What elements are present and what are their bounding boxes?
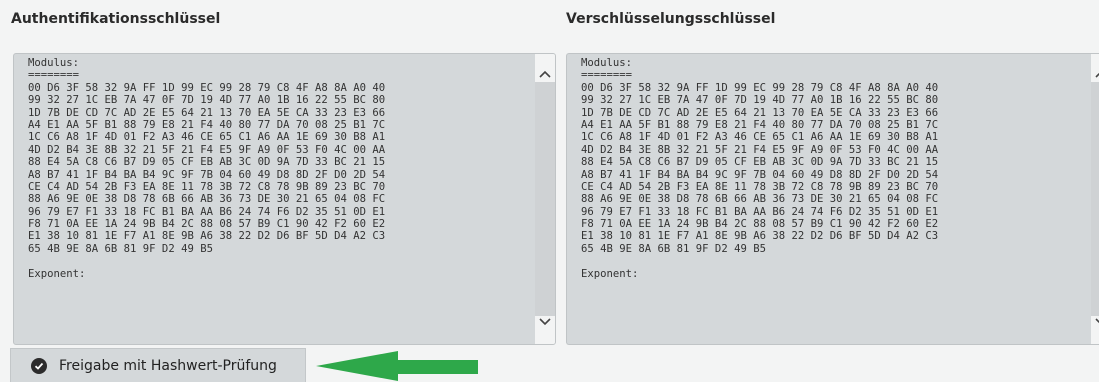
key-text-line: Exponent: [581, 267, 639, 280]
release-with-hash-check-button[interactable]: Freigabe mit Hashwert-Prüfung [10, 348, 306, 382]
key-text-line: 99 32 27 1C EB 7A 47 0F 7D 19 4D 77 A0 1… [28, 94, 386, 107]
auth-key-scrollbar[interactable] [535, 54, 555, 344]
auth-key-text: Modulus: ======== 00 D6 3F 58 32 9A FF 1D … [28, 57, 515, 344]
encryption-key-scroll-thumb[interactable] [1091, 82, 1099, 316]
auth-key-scroll-thumb[interactable] [535, 82, 555, 316]
key-text-line: Exponent: [28, 267, 86, 280]
auth-key-title: Authentifikationsschlüssel [11, 11, 221, 27]
key-text-line: 99 32 27 1C EB 7A 47 0F 7D 19 4D 77 A0 1… [581, 94, 939, 107]
key-text-line [28, 255, 515, 267]
key-text-line: A8 B7 41 1F B4 BA B4 9C 9F 7B 04 60 49 D… [581, 168, 939, 181]
key-text-line: E1 38 10 81 1E F7 A1 8E 9B A6 38 22 D2 D… [581, 230, 939, 243]
key-text-line [581, 255, 1059, 267]
green-arrow-icon [316, 351, 478, 381]
encryption-key-title: Verschlüsselungsschlüssel [566, 11, 776, 27]
key-text-line: 65 4B 9E 8A 6B 81 9F D2 49 B5 [581, 242, 766, 255]
key-text-line: 00 D6 3F 58 32 9A FF 1D 99 EC 99 28 79 C… [28, 81, 386, 94]
chevron-down-icon[interactable] [1091, 312, 1099, 332]
key-text-line: CE C4 AD 54 2B F3 EA 8E 11 78 3B 72 C8 7… [581, 180, 939, 193]
key-text-line: 4D D2 B4 3E 8B 32 21 5F 21 F4 E5 9F A9 0… [581, 143, 939, 156]
key-text-line: E1 38 10 81 1E F7 A1 8E 9B A6 38 22 D2 D… [28, 230, 386, 243]
key-text-line: 88 A6 9E 0E 38 D8 78 6B 66 AB 36 73 DE 3… [581, 193, 939, 206]
key-text-line: Modulus: [28, 57, 80, 69]
key-text-line: Modulus: [581, 57, 633, 69]
key-text-line: 88 E4 5A C8 C6 B7 D9 05 CF EB AB 3C 0D 9… [581, 156, 939, 169]
encryption-key-text: Modulus: ======== 00 D6 3F 58 32 9A FF 1D … [581, 57, 1059, 344]
key-text-line: 1D 7B DE CD 7C AD 2E E5 64 21 13 70 EA 5… [28, 106, 386, 119]
encryption-key-textarea[interactable]: Modulus: ======== 00 D6 3F 58 32 9A FF 1D … [566, 53, 1099, 345]
key-text-line: 00 D6 3F 58 32 9A FF 1D 99 EC 99 28 79 C… [581, 81, 939, 94]
key-text-line: 1C C6 A8 1F 4D 01 F2 A3 46 CE 65 C1 A6 A… [581, 131, 939, 144]
encryption-key-scrollbar[interactable] [1091, 54, 1099, 344]
key-text-line: F8 71 0A EE 1A 24 9B B4 2C 88 08 57 B9 C… [581, 218, 939, 231]
key-text-line: 65 4B 9E 8A 6B 81 9F D2 49 B5 [28, 242, 213, 255]
key-text-line: ======== [28, 69, 80, 82]
key-text-line: CE C4 AD 54 2B F3 EA 8E 11 78 3B 72 C8 7… [28, 180, 386, 193]
key-text-line: A4 E1 AA 5F B1 88 79 E8 21 F4 40 80 77 D… [28, 118, 386, 131]
key-text-line: 88 E4 5A C8 C6 B7 D9 05 CF EB AB 3C 0D 9… [28, 156, 386, 169]
key-text-line: 1C C6 A8 1F 4D 01 F2 A3 46 CE 65 C1 A6 A… [28, 131, 386, 144]
key-text-line: 4D D2 B4 3E 8B 32 21 5F 21 F4 E5 9F A9 0… [28, 143, 386, 156]
key-text-line: 96 79 E7 F1 33 18 FC B1 BA AA B6 24 74 F… [581, 205, 939, 218]
release-button-label: Freigabe mit Hashwert-Prüfung [59, 357, 277, 374]
chevron-down-icon[interactable] [535, 312, 555, 332]
key-text-line: 96 79 E7 F1 33 18 FC B1 BA AA B6 24 74 F… [28, 205, 386, 218]
key-text-line: 1D 7B DE CD 7C AD 2E E5 64 21 13 70 EA 5… [581, 106, 939, 119]
key-text-line: ======== [581, 69, 633, 82]
key-text-line: F8 71 0A EE 1A 24 9B B4 2C 88 08 57 B9 C… [28, 218, 386, 231]
chevron-up-icon[interactable] [1091, 64, 1099, 84]
auth-key-textarea[interactable]: Modulus: ======== 00 D6 3F 58 32 9A FF 1D … [13, 53, 556, 345]
check-circle-icon [31, 357, 47, 374]
chevron-up-icon[interactable] [535, 64, 555, 84]
key-text-line: 88 A6 9E 0E 38 D8 78 6B 66 AB 36 73 DE 3… [28, 193, 386, 206]
key-text-line: A4 E1 AA 5F B1 88 79 E8 21 F4 40 80 77 D… [581, 118, 939, 131]
key-text-line: A8 B7 41 1F B4 BA B4 9C 9F 7B 04 60 49 D… [28, 168, 386, 181]
